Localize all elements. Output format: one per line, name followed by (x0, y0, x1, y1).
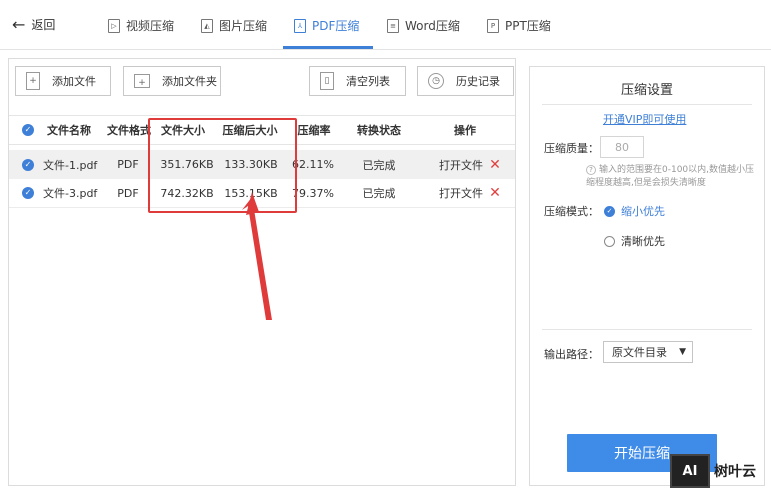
check-icon: ✓ (22, 124, 34, 136)
check-icon: ✓ (22, 187, 34, 199)
compress-rate: 79.37% (292, 186, 334, 200)
col-status: 转换状态 (357, 124, 401, 137)
check-icon: ✓ (22, 158, 34, 171)
tab-image-compress[interactable]: ◭ 图片压缩 (201, 17, 267, 34)
vip-link[interactable]: 开通VIP即可使用 (603, 111, 686, 127)
divider (542, 104, 752, 105)
row-checkbox[interactable]: ✓ (21, 150, 35, 179)
question-icon: ? (586, 165, 596, 175)
tab-label: 图片压缩 (219, 19, 268, 33)
row-checkbox[interactable]: ✓ (21, 179, 35, 207)
quality-label: 压缩质量： (544, 142, 599, 155)
output-label: 输出路径： (544, 348, 599, 361)
col-action: 操作 (454, 124, 476, 137)
option-label: 缩小优先 (621, 205, 665, 218)
output-path-select[interactable]: 原文件目录 ▼ (603, 341, 693, 363)
active-tab-indicator (283, 46, 373, 49)
tab-video-compress[interactable]: ▷ 视频压缩 (108, 17, 174, 34)
mode-label: 压缩模式： (544, 205, 599, 218)
mode-option-smaller[interactable]: ✓ 缩小优先 (604, 203, 665, 219)
compress-rate: 62.11% (292, 158, 334, 171)
hint-text: 输入的范围要在0-100以内,数值越小压缩程度越高,但是会损失清晰度 (586, 165, 755, 188)
tab-label: PDF压缩 (312, 19, 360, 33)
status-text: 已完成 (362, 158, 396, 172)
add-folder-label: 添加文件夹 (162, 75, 217, 88)
arrow-left-icon: ← (12, 14, 26, 34)
clock-icon: ◷ (428, 73, 444, 89)
video-icon: ▷ (108, 18, 120, 33)
history-button[interactable]: ◷ 历史记录 (417, 66, 514, 96)
tab-label: 视频压缩 (126, 19, 175, 33)
trash-icon: ▯ (320, 72, 334, 90)
open-file-link[interactable]: 打开文件 (435, 150, 487, 179)
tab-label: Word压缩 (405, 19, 460, 33)
divider (542, 329, 752, 330)
history-label: 历史记录 (456, 75, 500, 88)
back-label: 返回 (31, 18, 56, 32)
radio-icon (604, 235, 615, 247)
col-compress-rate: 压缩率 (297, 124, 331, 137)
col-file-name: 文件名称 (47, 124, 91, 137)
tab-label: PPT压缩 (505, 19, 551, 33)
word-icon: ≡ (387, 18, 399, 33)
settings-title: 压缩设置 (620, 83, 673, 98)
output-path-value: 原文件目录 (612, 346, 667, 359)
add-file-button[interactable]: + 添加文件 (15, 66, 111, 96)
status-text: 已完成 (362, 187, 396, 200)
file-format: PDF (117, 186, 139, 200)
file-name: 文件-3.pdf (43, 187, 98, 200)
pdf-icon: ⅄ (294, 18, 306, 33)
file-add-icon: + (26, 72, 40, 90)
tab-pdf-compress[interactable]: ⅄ PDF压缩 (294, 17, 359, 34)
watermark: AI 树叶云 (670, 454, 756, 488)
highlight-box (148, 118, 297, 213)
watermark-text: 树叶云 (714, 464, 756, 480)
mode-option-clearer[interactable]: 清晰优先 (604, 233, 665, 249)
folder-add-icon: + (134, 74, 150, 88)
compress-settings-panel: 压缩设置 开通VIP即可使用 压缩质量： 80 ? 输入的范围要在0-100以内,… (529, 66, 765, 486)
ppt-icon: P (487, 18, 499, 33)
clear-list-button[interactable]: ▯ 清空列表 (309, 66, 406, 96)
select-all-checkbox[interactable]: ✓ (21, 116, 35, 144)
top-nav: ← 返回 ▷ 视频压缩 ◭ 图片压缩 ⅄ PDF压缩 ≡ Word压缩 P PP… (0, 0, 771, 50)
watermark-logo: AI (670, 454, 710, 488)
back-button[interactable]: ← 返回 (12, 16, 55, 33)
add-folder-button[interactable]: + 添加文件夹 (123, 66, 221, 96)
image-icon: ◭ (201, 18, 213, 33)
file-format: PDF (117, 158, 139, 171)
add-file-label: 添加文件 (52, 75, 96, 88)
open-file-link[interactable]: 打开文件 (435, 179, 487, 207)
tab-ppt-compress[interactable]: P PPT压缩 (487, 17, 551, 34)
file-name: 文件-1.pdf (43, 158, 98, 172)
option-label: 清晰优先 (621, 235, 665, 248)
caret-down-icon: ▼ (679, 347, 686, 357)
clear-list-label: 清空列表 (346, 75, 390, 88)
tab-word-compress[interactable]: ≡ Word压缩 (387, 17, 460, 34)
delete-icon[interactable]: ✕ (487, 179, 503, 207)
quality-input[interactable]: 80 (600, 136, 644, 158)
delete-icon[interactable]: ✕ (487, 150, 503, 179)
radio-checked-icon: ✓ (604, 205, 615, 217)
quality-hint: ? 输入的范围要在0-100以内,数值越小压缩程度越高,但是会损失清晰度 (586, 164, 756, 190)
